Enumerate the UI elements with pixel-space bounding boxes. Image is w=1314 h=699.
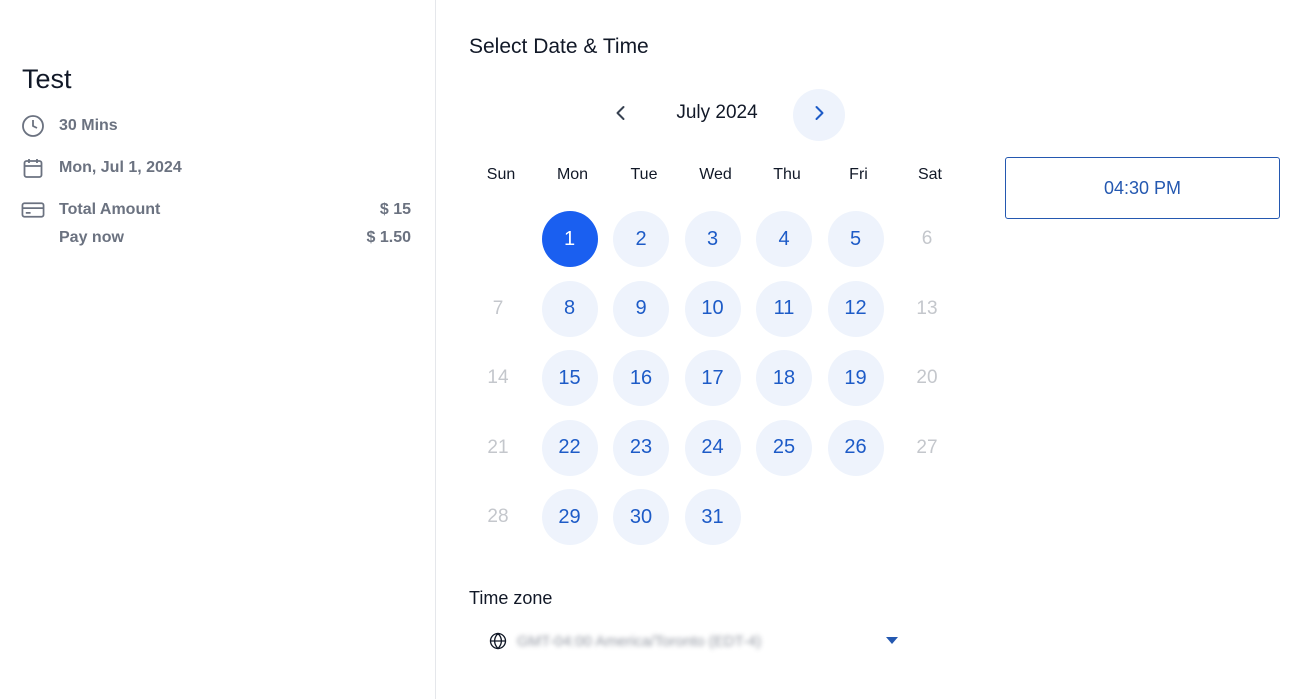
calendar-day: 14 <box>487 367 509 389</box>
clock-icon <box>21 114 45 138</box>
calendar-day: 13 <box>916 297 938 319</box>
weekday-label: Sat <box>917 166 942 183</box>
calendar-day: 21 <box>487 436 509 458</box>
calendar-day[interactable]: 8 <box>541 280 598 337</box>
page-title: Select Date & Time <box>469 35 649 58</box>
weekday-label: Thu <box>773 166 801 183</box>
calendar-day[interactable]: 25 <box>756 419 812 476</box>
calendar-day[interactable]: 9 <box>613 280 669 337</box>
globe-icon <box>489 631 509 651</box>
duration-row: 30 Mins <box>21 114 118 138</box>
weekday-label: Sun <box>486 166 516 183</box>
calendar-day[interactable]: 29 <box>541 489 598 546</box>
total-amount-row: Total Amount $ 15 <box>21 198 411 222</box>
calendar-day: 20 <box>916 367 938 389</box>
calendar-day: 27 <box>916 436 938 458</box>
calendar-day[interactable]: 31 <box>684 489 741 546</box>
date-text: Mon, Jul 1, 2024 <box>59 159 182 176</box>
date-row: Mon, Jul 1, 2024 <box>21 156 182 180</box>
calendar-day[interactable]: 30 <box>613 489 669 546</box>
timezone-select[interactable]: GMT-04:00 America/Toronto (EDT-4) <box>480 624 910 658</box>
pay-now-row: Pay now $ 1.50 <box>59 229 411 247</box>
calendar-day[interactable]: 12 <box>827 280 884 337</box>
caret-down-icon <box>886 637 898 644</box>
calendar-day[interactable]: 23 <box>613 419 669 476</box>
calendar-day[interactable]: 22 <box>541 419 598 476</box>
weekday-label: Mon <box>556 166 589 183</box>
calendar-day[interactable]: 5 <box>827 211 884 267</box>
chevron-right-icon <box>809 103 829 128</box>
calendar-day[interactable]: 1 <box>541 211 598 267</box>
calendar-day: 28 <box>487 506 509 528</box>
next-month-button[interactable] <box>793 89 845 141</box>
month-navigator: July 2024 <box>595 89 845 141</box>
total-amount-label: Total Amount <box>59 201 161 218</box>
previous-month-button[interactable] <box>595 89 647 141</box>
calendar-day[interactable]: 24 <box>684 419 741 476</box>
calendar-day[interactable]: 17 <box>684 350 741 407</box>
calendar-icon <box>21 156 45 180</box>
month-label: July 2024 <box>676 102 758 123</box>
event-summary-panel: Test 30 Mins Mon, Jul 1, 2024 Total Amou… <box>0 0 436 699</box>
calendar-day[interactable]: 18 <box>756 350 812 407</box>
calendar-day[interactable]: 15 <box>541 350 598 407</box>
pay-now-value: $ 1.50 <box>366 229 411 246</box>
duration-text: 30 Mins <box>59 117 118 134</box>
chevron-left-icon <box>611 103 631 128</box>
calendar-day[interactable]: 11 <box>756 280 812 337</box>
calendar-day[interactable]: 4 <box>756 211 812 267</box>
weekday-label: Fri <box>849 166 868 183</box>
calendar-day[interactable]: 26 <box>827 419 884 476</box>
total-amount-value: $ 15 <box>379 201 411 218</box>
calendar-day[interactable]: 3 <box>684 211 741 267</box>
calendar-day: 7 <box>492 297 504 319</box>
event-title: Test <box>22 64 72 94</box>
credit-card-icon <box>21 198 45 222</box>
calendar-day: 6 <box>921 228 933 249</box>
timezone-label: Time zone <box>469 588 553 608</box>
pay-now-label: Pay now <box>59 229 124 246</box>
time-slot-button[interactable]: 04:30 PM <box>1005 157 1280 219</box>
calendar-day[interactable]: 10 <box>684 280 741 337</box>
weekday-label: Wed <box>699 166 732 183</box>
timezone-value: GMT-04:00 America/Toronto (EDT-4) <box>517 632 762 650</box>
calendar-day[interactable]: 19 <box>827 350 884 407</box>
weekday-label: Tue <box>630 166 658 183</box>
calendar-day[interactable]: 16 <box>613 350 669 407</box>
calendar-day[interactable]: 2 <box>613 211 669 267</box>
